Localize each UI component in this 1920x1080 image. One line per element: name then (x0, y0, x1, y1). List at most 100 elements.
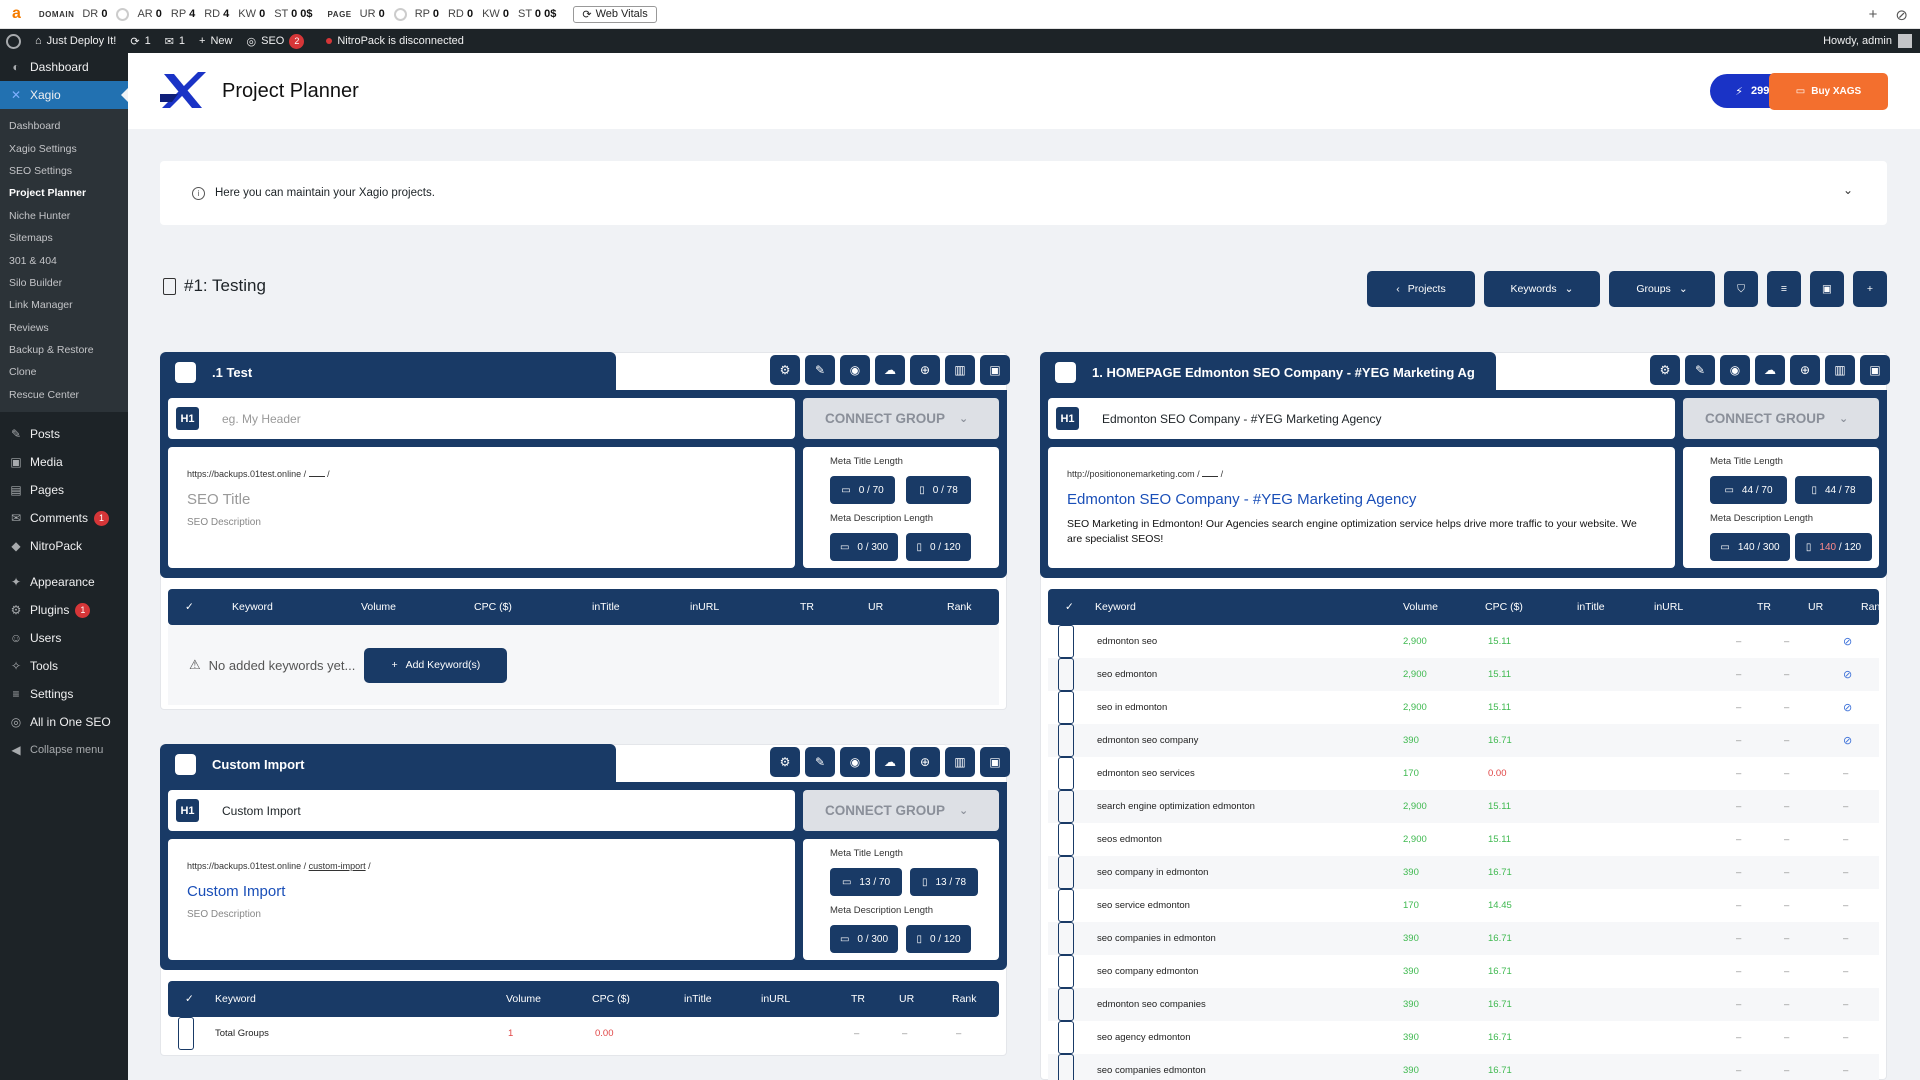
column-header-cpc[interactable]: CPC ($) (1485, 589, 1523, 625)
seo-title[interactable]: Custom Import (187, 883, 285, 900)
table-row[interactable]: edmonton seo company 390 16.71 – – ⊘ (1048, 724, 1879, 757)
column-header-rank[interactable]: Rank (1861, 589, 1886, 625)
column-header-inurl[interactable]: inURL (1654, 589, 1683, 625)
settings-icon[interactable]: ⚙ (770, 747, 800, 777)
site-name-link[interactable]: ⌂ Just Deploy It! (35, 35, 116, 47)
preview-url[interactable]: https://backups.01test.online / custom-i… (187, 861, 371, 871)
save-icon[interactable]: ▣ (980, 747, 1010, 777)
connect-group-dropdown[interactable]: CONNECT GROUP ⌄ (803, 790, 999, 831)
settings-icon[interactable]: ⚙ (1650, 355, 1680, 385)
account-menu[interactable]: Howdy, admin (1823, 34, 1912, 48)
keyword-cell[interactable]: search engine optimization edmonton (1097, 790, 1255, 823)
keyword-cell[interactable]: edmonton seo company (1097, 724, 1198, 757)
table-row[interactable]: seo edmonton 2,900 15.11 – – ⊘ (1048, 658, 1879, 691)
column-header-intitle[interactable]: inTitle (592, 589, 620, 625)
submenu-item-dashboard[interactable]: Dashboard (0, 115, 128, 137)
groups-dropdown[interactable]: Groups ⌄ (1609, 271, 1715, 307)
eye-icon[interactable]: ◉ (840, 747, 870, 777)
table-row[interactable]: seos edmonton 2,900 15.11 – – – (1048, 823, 1879, 856)
sidebar-item-settings[interactable]: ≡ Settings (0, 680, 128, 708)
notes-icon[interactable]: ✎ (1685, 355, 1715, 385)
column-header-keyword[interactable]: Keyword (215, 981, 256, 1017)
submenu-item-sitemaps[interactable]: Sitemaps (0, 227, 128, 249)
ahrefs-logo[interactable]: a (12, 5, 21, 23)
target-icon[interactable]: ⊕ (1790, 355, 1820, 385)
trash-icon[interactable]: ▥ (945, 747, 975, 777)
sidebar-item-users[interactable]: ☺ Users (0, 624, 128, 652)
notes-icon[interactable]: ✎ (805, 355, 835, 385)
column-header-intitle[interactable]: inTitle (1577, 589, 1605, 625)
submenu-item-seo-settings[interactable]: SEO Settings (0, 160, 128, 182)
save-icon[interactable]: ▣ (1860, 355, 1890, 385)
serp-preview[interactable]: https://backups.01test.online / custom-i… (168, 839, 795, 960)
column-header-rank[interactable]: Rank (947, 589, 972, 625)
rank-cell[interactable]: ⊘ (1843, 658, 1852, 691)
add-keywords-button[interactable]: + Add Keyword(s) (364, 647, 508, 683)
keyword-cell[interactable]: edmonton seo services (1097, 757, 1195, 790)
table-row[interactable]: Total Groups 1 0.00 – – – (168, 1017, 999, 1050)
submenu-item-project-planner[interactable]: Project Planner (0, 182, 128, 204)
sidebar-item-plugins[interactable]: ⚙ Plugins 1 (0, 596, 128, 624)
target-icon[interactable]: ⊕ (910, 355, 940, 385)
column-header-inurl[interactable]: inURL (761, 981, 790, 1017)
column-header-tr[interactable]: TR (800, 589, 814, 625)
projects-button[interactable]: ‹ Projects (1367, 271, 1475, 307)
seo-title[interactable]: SEO Title (187, 491, 250, 508)
keyword-cell[interactable]: edmonton seo (1097, 625, 1157, 658)
sidebar-item-tools[interactable]: ✧ Tools (0, 652, 128, 680)
serp-preview[interactable]: http://positiononemarketing.com / / Edmo… (1048, 447, 1675, 568)
rank-cell[interactable]: – (1843, 988, 1848, 1021)
sidebar-item-nitropack[interactable]: ◆ NitroPack (0, 532, 128, 560)
keyword-cell[interactable]: seo edmonton (1097, 658, 1157, 691)
submenu-item-link-manager[interactable]: Link Manager (0, 294, 128, 316)
plus-icon[interactable]: + (1869, 6, 1878, 24)
group-name[interactable]: .1 Test (212, 365, 252, 380)
h1-field[interactable]: H1 Edmonton SEO Company - #YEG Marketing… (1048, 398, 1675, 439)
buy-xags-button[interactable]: ▭ Buy XAGS (1769, 73, 1888, 110)
settings-icon[interactable]: ⚙ (770, 355, 800, 385)
connect-group-dropdown[interactable]: CONNECT GROUP ⌄ (1683, 398, 1879, 439)
keyword-cell[interactable]: edmonton seo companies (1097, 988, 1206, 1021)
seo-description[interactable]: SEO Description (187, 909, 261, 920)
save-icon[interactable]: ▣ (980, 355, 1010, 385)
chevron-down-icon[interactable]: ⌄ (1843, 183, 1853, 197)
cloud-icon[interactable]: ☁ (1755, 355, 1785, 385)
sidebar-item-comments[interactable]: ✉ Comments 1 (0, 504, 128, 532)
column-header-ur[interactable]: UR (899, 981, 914, 1017)
group-name[interactable]: Custom Import (212, 757, 304, 772)
seo-link[interactable]: ◎ SEO 2 (247, 33, 305, 49)
rank-cell[interactable]: – (1843, 889, 1848, 922)
rank-cell[interactable]: ⊘ (1843, 724, 1852, 757)
comments-link[interactable]: ✉ 1 (165, 35, 185, 48)
rank-cell[interactable]: – (1843, 1021, 1848, 1054)
sidebar-item-dashboard[interactable]: ◐ Dashboard (0, 53, 128, 81)
group-checkbox[interactable] (175, 753, 196, 775)
rank-cell[interactable]: ⊘ (1843, 691, 1852, 724)
table-row[interactable]: seo service edmonton 170 14.45 – – – (1048, 889, 1879, 922)
submenu-item-backup-restore[interactable]: Backup & Restore (0, 339, 128, 361)
collapse-menu-button[interactable]: ◀ Collapse menu (0, 736, 128, 764)
eye-icon[interactable]: ◉ (840, 355, 870, 385)
column-header-rank[interactable]: Rank (952, 981, 977, 1017)
trash-icon[interactable]: ▥ (945, 355, 975, 385)
rank-cell[interactable]: – (1843, 757, 1848, 790)
keyword-cell[interactable]: seo service edmonton (1097, 889, 1190, 922)
group-checkbox[interactable] (175, 361, 196, 383)
submenu-item-reviews[interactable]: Reviews (0, 317, 128, 339)
nitropack-status[interactable]: NitroPack is disconnected (326, 35, 464, 47)
rank-cell[interactable]: – (1843, 922, 1848, 955)
sidebar-item-media[interactable]: ▣ Media (0, 448, 128, 476)
preview-url[interactable]: http://positiononemarketing.com / / (1067, 469, 1223, 479)
new-link[interactable]: + New (199, 35, 232, 47)
submenu-item-301-404[interactable]: 301 & 404 (0, 249, 128, 271)
h1-field[interactable]: H1 eg. My Header (168, 398, 795, 439)
sort-button[interactable]: ≡ (1767, 271, 1801, 307)
table-row[interactable]: edmonton seo 2,900 15.11 – – ⊘ (1048, 625, 1879, 658)
rank-cell[interactable]: ⊘ (1843, 625, 1852, 658)
select-all-icon[interactable]: ✓ (185, 589, 194, 625)
keyword-cell[interactable]: seo companies edmonton (1097, 1054, 1206, 1080)
rank-cell[interactable]: – (956, 1017, 961, 1050)
table-row[interactable]: seo companies edmonton 390 16.71 – – – (1048, 1054, 1879, 1080)
serp-preview[interactable]: https://backups.01test.online / / SEO Ti… (168, 447, 795, 568)
submenu-item-clone[interactable]: Clone (0, 361, 128, 383)
